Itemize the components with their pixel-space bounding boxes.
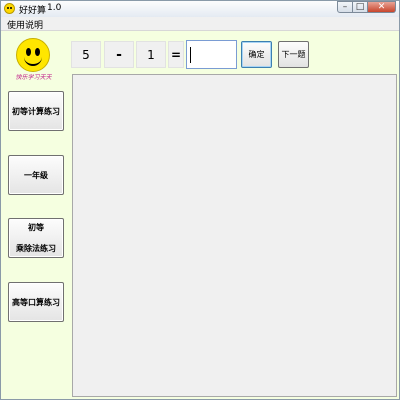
title-bar: 好好算 1.0 – □ ✕ [1, 1, 399, 18]
basic-calc-practice-button[interactable]: 初等计算练习 [8, 91, 64, 131]
close-button[interactable]: ✕ [368, 1, 396, 13]
smiley-face-icon [16, 38, 50, 72]
advanced-mental-math-button[interactable]: 高等口算练习 [8, 282, 64, 322]
logo: 快乐学习天天 [12, 38, 55, 81]
maximize-button[interactable]: □ [353, 1, 368, 13]
mul-div-practice-label-line2: 乘除法练习 [16, 244, 56, 253]
app-window: 好好算 1.0 – □ ✕ 使用说明 快乐学习天天 初等计算练习 一年级 初等 … [0, 0, 400, 400]
confirm-button[interactable]: 确定 [241, 41, 272, 68]
result-area [72, 74, 397, 397]
window-controls: – □ ✕ [337, 1, 396, 13]
grade-one-button[interactable]: 一年级 [8, 155, 64, 195]
basic-calc-practice-label: 初等计算练习 [12, 106, 60, 116]
menu-bar: 使用说明 [1, 17, 399, 31]
operator: - [104, 41, 134, 68]
text-caret [190, 47, 191, 63]
grade-one-label: 一年级 [24, 170, 48, 180]
mul-div-practice-button[interactable]: 初等 乘除法练习 [8, 218, 64, 258]
minimize-button[interactable]: – [337, 1, 353, 13]
operand-b: 1 [136, 41, 166, 68]
mul-div-practice-label-line1: 初等 [28, 223, 44, 232]
mouth [24, 53, 42, 66]
equals-sign: = [168, 41, 184, 68]
next-question-button[interactable]: 下一题 [278, 41, 309, 68]
menu-item-help[interactable]: 使用说明 [7, 18, 43, 31]
operand-a: 5 [71, 41, 101, 68]
answer-input[interactable] [186, 40, 237, 69]
logo-tagline: 快乐学习天天 [15, 74, 52, 81]
advanced-mental-math-label: 高等口算练习 [12, 297, 60, 307]
smiley-app-icon [4, 3, 15, 14]
window-version: 1.0 [47, 3, 62, 13]
window-title: 好好算 [19, 6, 47, 16]
